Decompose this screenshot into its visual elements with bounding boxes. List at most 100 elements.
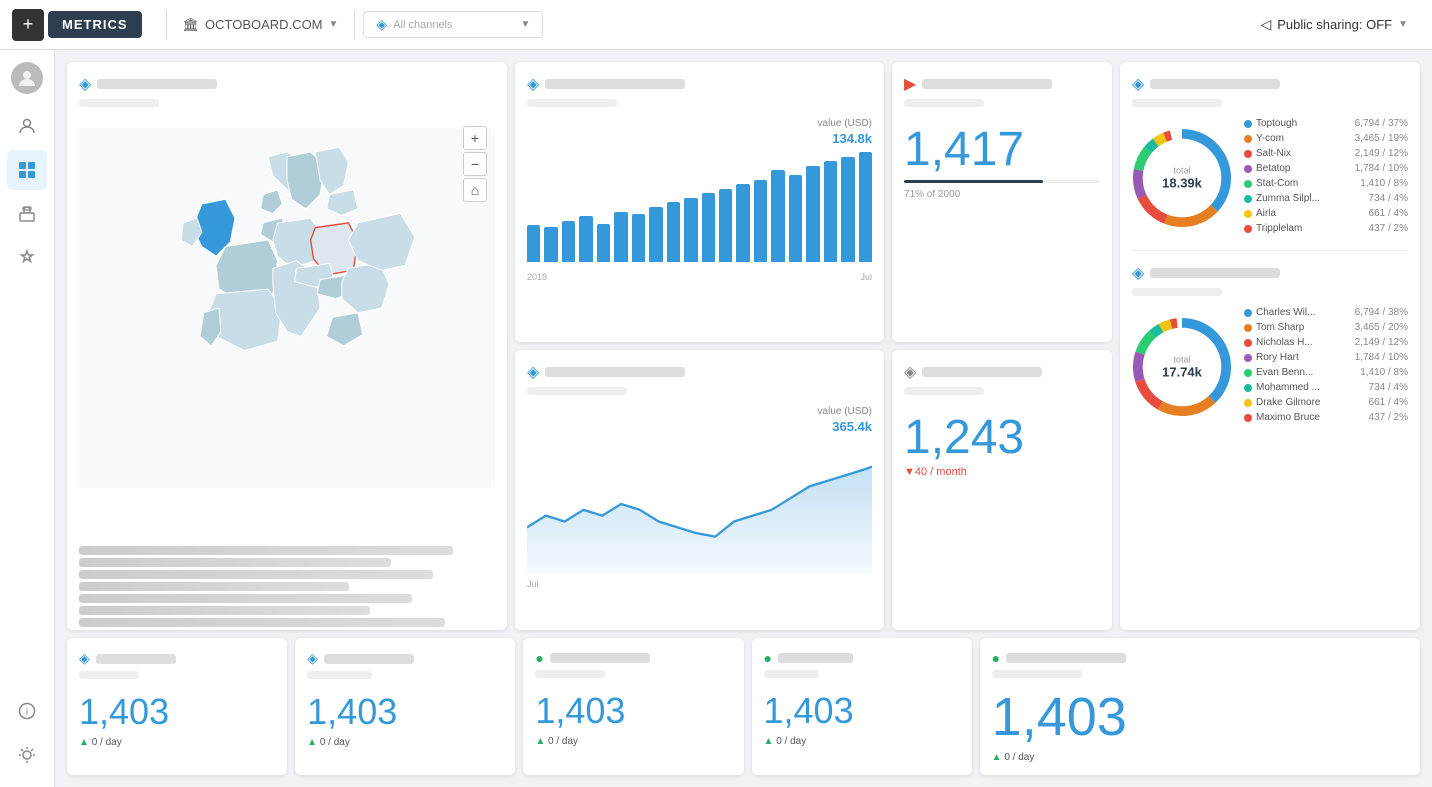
legend-val: 661 / 4% xyxy=(1369,208,1408,219)
donut1-card: ◈ total 18.39k Toptough 6,794 / 37% xyxy=(1120,62,1420,630)
donut1-header: ◈ xyxy=(1132,74,1408,110)
sidebar-item-integrations[interactable] xyxy=(7,238,47,278)
legend-val: 2,149 / 12% xyxy=(1355,337,1408,348)
bottom5-icon: ● xyxy=(992,650,1000,666)
donut-divider xyxy=(1132,250,1408,251)
bar xyxy=(684,198,697,262)
bottom3-value: 1,403 xyxy=(535,690,731,732)
sidebar-item-debug[interactable] xyxy=(7,735,47,775)
org-icon: 🏛 xyxy=(183,17,200,33)
map-zoom-in[interactable]: + xyxy=(463,126,487,150)
nav-right: ◁ Public sharing: OFF ▼ xyxy=(1248,12,1420,37)
filter-dropdown[interactable]: ◈ All channels ▼ xyxy=(363,11,543,38)
sidebar-item-dashboard[interactable] xyxy=(7,150,47,190)
line-chart-header: ◈ xyxy=(527,362,872,398)
bar xyxy=(579,216,592,262)
org-dropdown[interactable]: 🏛 OCTOBOARD.COM ▼ xyxy=(175,13,347,37)
legend-name: Toptough xyxy=(1256,118,1351,129)
donut-legend-item: Betatop 1,784 / 10% xyxy=(1244,163,1408,174)
donut-legend-item: Nicholas H... 2,149 / 12% xyxy=(1244,337,1408,348)
donut2-wrapper: total 17.74k Charles Wil... 6,794 / 38% … xyxy=(1132,307,1408,427)
bottom4-value: 1,403 xyxy=(764,690,960,732)
user-avatar[interactable] xyxy=(11,62,43,94)
bar xyxy=(544,227,557,262)
map-zoom-out[interactable]: − xyxy=(463,152,487,176)
bar-chart-date-start: 2018 xyxy=(527,272,547,282)
sidebar-item-info[interactable]: i xyxy=(7,691,47,731)
bar xyxy=(771,170,784,262)
donut-legend-item: Drake Gilmore 661 / 4% xyxy=(1244,397,1408,408)
metrics-button[interactable]: METRICS xyxy=(48,11,142,38)
donut1-total-value: 18.39k xyxy=(1162,176,1202,191)
map-card-subtitle xyxy=(79,99,159,107)
map-card: ◈ xyxy=(67,62,507,630)
bar-chart xyxy=(527,150,872,270)
org-dropdown-arrow: ▼ xyxy=(329,19,339,30)
map-home[interactable]: ⌂ xyxy=(463,178,487,202)
bar-chart-value-label: value (USD) xyxy=(527,118,872,129)
donut2-header: ◈ xyxy=(1132,263,1408,299)
legend-dot xyxy=(1244,339,1252,347)
bottom-card-3: ● 1,403 ▲ 0 / day xyxy=(523,638,743,775)
bottom-card-5: ● 1,403 ▲ 0 / day xyxy=(980,638,1420,775)
bar xyxy=(806,166,819,262)
bar xyxy=(719,189,732,262)
map-svg xyxy=(79,118,495,498)
bar-chart-subtitle xyxy=(527,99,617,107)
bottom4-delta-val: 0 / day xyxy=(776,736,806,747)
public-sharing-label: Public sharing: OFF xyxy=(1277,17,1392,32)
legend-val: 6,794 / 37% xyxy=(1355,118,1408,129)
bottom1-value: 1,403 xyxy=(79,691,275,733)
legend-name: Tom Sharp xyxy=(1256,322,1351,333)
legend-line xyxy=(79,618,445,627)
legend-val: 734 / 4% xyxy=(1369,193,1408,204)
legend-val: 734 / 4% xyxy=(1369,382,1408,393)
donut-legend-item: Airla 661 / 4% xyxy=(1244,208,1408,219)
bottom3-delta-val: 0 / day xyxy=(548,736,578,747)
legend-val: 1,410 / 8% xyxy=(1360,178,1408,189)
donut-legend-item: Maximo Bruce 437 / 2% xyxy=(1244,412,1408,423)
map-card-title xyxy=(97,79,217,89)
bar xyxy=(614,212,627,262)
bottom5-delta-val: 0 / day xyxy=(1004,752,1034,763)
legend-dot xyxy=(1244,180,1252,188)
sidebar-item-organization[interactable] xyxy=(7,194,47,234)
bottom-row: ◈ 1,403 ▲ 0 / day ◈ 1,403 ▲ 0 / day xyxy=(67,638,1420,775)
bottom2-arrow: ▲ xyxy=(307,737,317,748)
legend-val: 1,784 / 10% xyxy=(1355,163,1408,174)
legend-dot xyxy=(1244,210,1252,218)
bottom-card-4: ● 1,403 ▲ 0 / day xyxy=(752,638,972,775)
bottom2-icon: ◈ xyxy=(307,650,318,667)
bottom1-arrow: ▲ xyxy=(79,737,89,748)
donut-legend-item: Tom Sharp 3,465 / 20% xyxy=(1244,322,1408,333)
public-sharing-button[interactable]: ◁ Public sharing: OFF ▼ xyxy=(1248,12,1420,37)
line-chart-subtitle xyxy=(527,387,627,395)
logo-button[interactable]: + xyxy=(12,9,44,41)
legend-name: Mohammed ... xyxy=(1256,382,1365,393)
donut1-wrapper: total 18.39k Toptough 6,794 / 37% Y-com … xyxy=(1132,118,1408,238)
donut-legend-item: Charles Wil... 6,794 / 38% xyxy=(1244,307,1408,318)
legend-dot xyxy=(1244,120,1252,128)
legend-dot xyxy=(1244,414,1252,422)
bar-chart-date-end: Jul xyxy=(860,272,872,282)
bar-chart-card: ◈ value (USD) 134.8k 2018 Jul xyxy=(515,62,884,342)
legend-val: 1,784 / 10% xyxy=(1355,352,1408,363)
bottom5-value: 1,403 xyxy=(992,686,1408,748)
bottom2-delta-val: 0 / day xyxy=(320,737,350,748)
bottom4-icon: ● xyxy=(764,650,772,666)
metric1-bar xyxy=(904,180,1100,183)
donut2-chart: total 17.74k xyxy=(1132,317,1232,417)
legend-val: 437 / 2% xyxy=(1369,412,1408,423)
metric2-card: ◈ 1,243 ▼40 / month xyxy=(892,350,1112,630)
bar-chart-icon: ◈ xyxy=(527,74,539,94)
bar xyxy=(649,207,662,262)
metric2-subtitle xyxy=(904,387,984,395)
sidebar-item-profile[interactable] xyxy=(7,106,47,146)
bar xyxy=(702,193,715,262)
metric1-header: ▶ xyxy=(904,74,1100,110)
legend-name: Tripplelam xyxy=(1256,223,1365,234)
bottom5-subtitle xyxy=(992,670,1082,678)
metric2-value: 1,243 xyxy=(904,414,1100,462)
metric1-title xyxy=(922,79,1052,89)
legend-dot xyxy=(1244,135,1252,143)
